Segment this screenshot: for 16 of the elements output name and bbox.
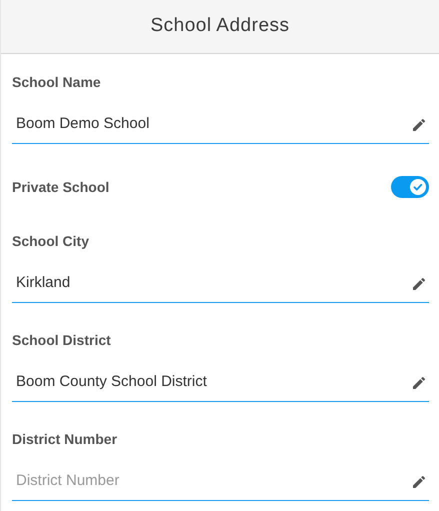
field-label: School City: [12, 232, 90, 251]
text-field[interactable]: Boom Demo School: [12, 113, 411, 136]
text-field[interactable]: District Number: [12, 470, 411, 493]
field-label: Private School: [12, 178, 110, 197]
text-field[interactable]: Kirkland: [12, 272, 411, 295]
edit-icon[interactable]: [411, 474, 427, 490]
text-field[interactable]: Boom County School District: [12, 371, 411, 394]
edit-icon[interactable]: [411, 276, 427, 292]
field-label: School District: [12, 331, 111, 350]
edit-icon[interactable]: [411, 374, 427, 390]
field-label: District Number: [12, 430, 118, 449]
field-label: School Name: [12, 73, 101, 92]
edit-icon[interactable]: [411, 116, 427, 132]
toggle-switch[interactable]: [391, 176, 429, 198]
toggle-knob[interactable]: [410, 179, 426, 195]
page-title: School Address: [150, 14, 290, 38]
